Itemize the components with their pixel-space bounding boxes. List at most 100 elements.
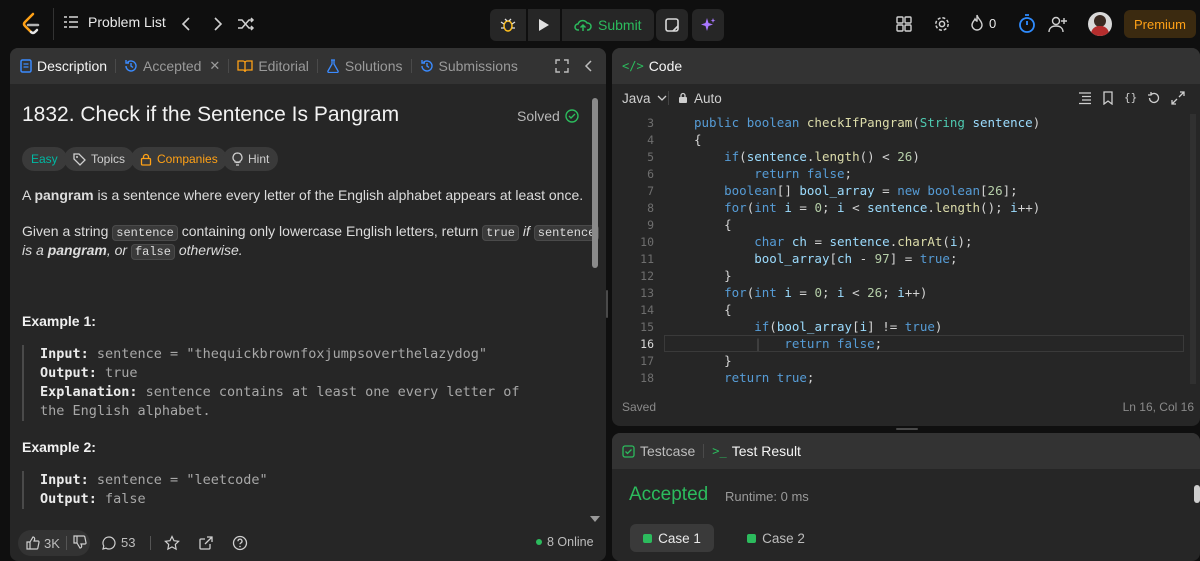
- dislike-button[interactable]: [73, 534, 87, 552]
- code-line-7: boolean[] bool_array = new boolean[26];: [724, 183, 1018, 198]
- sparkle-icon: [701, 18, 716, 31]
- avatar[interactable]: [1088, 12, 1112, 36]
- like-count: 3K: [44, 535, 60, 551]
- case-1-tab[interactable]: Case 1: [630, 524, 714, 552]
- close-icon[interactable]: ✕: [209, 58, 220, 74]
- random-problem-button[interactable]: [236, 14, 256, 34]
- text: , or: [106, 242, 131, 258]
- comments-button[interactable]: 53: [102, 535, 135, 550]
- problem-list-button[interactable]: Problem List: [63, 14, 166, 30]
- leetcode-logo-icon[interactable]: [20, 12, 42, 36]
- share-icon: [199, 536, 213, 550]
- tab-accepted[interactable]: Accepted ✕: [116, 48, 228, 84]
- code-panel-header: </> Code: [612, 48, 1200, 84]
- comment-count: 53: [121, 535, 136, 550]
- braces-icon[interactable]: {}: [1124, 91, 1137, 105]
- collapse-panel-button[interactable]: [580, 58, 596, 74]
- share-button[interactable]: [198, 535, 214, 554]
- history-icon: [420, 60, 433, 72]
- code-editor[interactable]: 3 4 5 6 7 8 9 10 11 12 13 14 15 16 17 18 public boolean…: [612, 114, 1188, 386]
- favorite-button[interactable]: [164, 535, 180, 554]
- code-line-3: public boolean checkIfPangram(String sen…: [694, 115, 1041, 130]
- cursor-position: Ln 16, Col 16: [1122, 400, 1194, 414]
- example-1-explanation: Explanation: sentence contains at least …: [40, 383, 562, 402]
- auto-complete-toggle[interactable]: Auto: [678, 91, 722, 106]
- companies-label: Companies: [157, 152, 218, 166]
- example-1-block: Input: sentence = "thequickbrownfoxjumps…: [22, 345, 562, 421]
- testcase-scrollbar[interactable]: [1194, 485, 1200, 503]
- chevron-left-icon: [181, 17, 190, 31]
- code-line-5: if(sentence.length() < 26): [724, 149, 920, 164]
- submit-button[interactable]: Submit: [562, 9, 654, 41]
- fire-icon: [971, 14, 983, 31]
- next-problem-button[interactable]: [210, 14, 226, 34]
- tab-solutions[interactable]: Solutions: [318, 48, 411, 84]
- maximize-button[interactable]: [554, 58, 570, 74]
- document-icon: [20, 59, 32, 73]
- code-line-15: if(bool_array[i] != true): [754, 319, 943, 334]
- prev-problem-button[interactable]: [178, 14, 194, 34]
- solved-badge: Solved: [517, 108, 579, 124]
- question-circle-icon: [232, 535, 248, 551]
- tab-testcase[interactable]: Testcase: [612, 433, 703, 469]
- panel-resize-handle[interactable]: [896, 428, 918, 430]
- like-dislike-group: 3K: [18, 530, 90, 556]
- scroll-down-arrow[interactable]: [590, 516, 600, 522]
- line-number: 12: [640, 269, 654, 283]
- expand-icon[interactable]: [1171, 91, 1185, 105]
- divider: [53, 8, 54, 40]
- problem-statement-1: A pangram is a sentence where every lett…: [22, 185, 583, 205]
- tab-submissions[interactable]: Submissions: [412, 48, 526, 84]
- example-1-explanation-cont: the English alphabet.: [40, 403, 211, 419]
- tab-test-result[interactable]: >_ Test Result: [704, 433, 809, 469]
- value: sentence = "thequickbrownfoxjumpsoverthe…: [88, 346, 488, 362]
- saved-status: Saved: [622, 400, 657, 414]
- layout-button[interactable]: [894, 14, 914, 34]
- online-dot: [536, 539, 542, 545]
- hint-chip[interactable]: Hint: [223, 147, 279, 171]
- streak-counter[interactable]: 0: [970, 14, 996, 32]
- layout-grid-icon: [896, 16, 912, 32]
- debug-button[interactable]: [490, 9, 526, 41]
- tab-description-label: Description: [37, 58, 108, 74]
- terminal-icon: >_: [712, 444, 727, 458]
- value: true: [96, 365, 138, 381]
- code-line-11: bool_array[ch - 97] = true;: [754, 251, 958, 266]
- format-icon[interactable]: [1078, 91, 1092, 105]
- language-value: Java: [622, 90, 651, 106]
- problem-title: 1832. Check if the Sentence Is Pangram: [22, 103, 400, 126]
- problem-statement-3: is a pangram, or false otherwise.: [22, 240, 243, 262]
- run-button[interactable]: [528, 9, 560, 41]
- invite-button[interactable]: [1046, 13, 1070, 35]
- tab-editorial[interactable]: Editorial: [229, 48, 317, 84]
- inline-code: sentence: [112, 225, 178, 241]
- panel-resize-handle[interactable]: [606, 290, 608, 318]
- line-number: 6: [647, 167, 654, 181]
- text: is a sentence where every letter of the …: [93, 187, 584, 203]
- value: false: [96, 491, 146, 507]
- case-2-tab[interactable]: Case 2: [734, 524, 818, 552]
- help-button[interactable]: [232, 535, 248, 554]
- inline-code: false: [130, 244, 175, 260]
- text: A: [22, 187, 35, 203]
- example-1-heading: Example 1:: [22, 313, 96, 329]
- settings-button[interactable]: [932, 14, 952, 34]
- code-line-18: return true;: [724, 370, 815, 385]
- bookmark-icon[interactable]: [1102, 91, 1114, 105]
- description-footer: 3K 53 8 Online: [10, 525, 606, 561]
- thumbs-down-icon: [73, 534, 87, 549]
- tab-description[interactable]: Description: [10, 48, 115, 84]
- tab-code[interactable]: </> Code: [612, 48, 690, 84]
- like-button[interactable]: 3K: [18, 536, 60, 551]
- premium-button[interactable]: Premium: [1124, 10, 1196, 38]
- notes-button[interactable]: [656, 9, 688, 41]
- ai-assist-button[interactable]: [692, 9, 724, 41]
- editor-scrollbar-track[interactable]: [1190, 114, 1196, 384]
- description-scrollbar[interactable]: [592, 98, 598, 268]
- inline-code: sentence: [533, 225, 600, 241]
- topics-chip[interactable]: Topics: [64, 147, 135, 171]
- reset-icon[interactable]: [1147, 91, 1161, 105]
- language-select[interactable]: Java: [622, 91, 667, 106]
- companies-chip[interactable]: Companies: [131, 147, 227, 171]
- timer-button[interactable]: [1016, 13, 1038, 35]
